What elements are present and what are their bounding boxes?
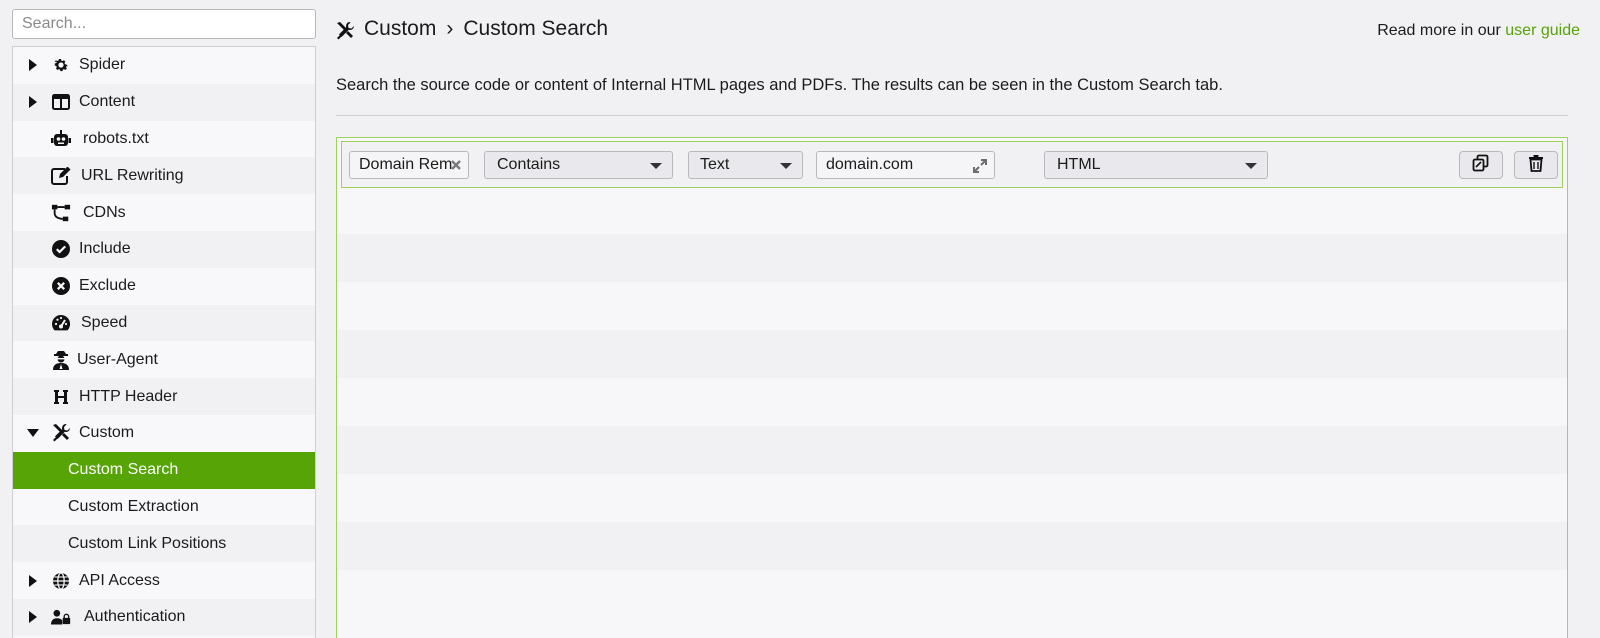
sidebar-item-label: Custom Link Positions <box>68 534 227 552</box>
empty-row <box>337 570 1567 618</box>
sidebar-item-label: Authentication <box>84 608 186 626</box>
empty-row <box>337 234 1567 282</box>
sidebar-item-label: Custom <box>79 424 135 442</box>
gear-icon <box>51 55 71 75</box>
sidebar-item-url-rewriting[interactable]: URL Rewriting <box>13 157 315 195</box>
match-type-select[interactable]: Text <box>688 151 803 179</box>
clear-icon[interactable] <box>449 158 463 172</box>
empty-row <box>337 330 1567 378</box>
read-more-text: Read more in our <box>1377 22 1501 39</box>
operator-select[interactable]: Contains <box>484 151 673 179</box>
sidebar-item-label: Exclude <box>79 277 136 295</box>
network-icon <box>51 203 71 223</box>
user-secret-icon <box>51 350 71 370</box>
empty-row <box>337 474 1567 522</box>
sidebar-item-label: Spider <box>79 56 126 74</box>
expand-icon[interactable] <box>972 158 988 174</box>
edit-icon <box>51 166 71 186</box>
gauge-icon <box>51 313 71 333</box>
sidebar-item-api-access[interactable]: API Access <box>13 562 315 599</box>
custom-search-rules-panel: Domain Rem Contains Text domain.com HTML <box>336 137 1568 638</box>
custom-search-rule-row: Domain Rem Contains Text domain.com HTML <box>341 141 1563 188</box>
robot-icon <box>51 129 71 149</box>
copy-icon <box>1472 154 1490 177</box>
caret-right-icon[interactable] <box>27 611 39 624</box>
heading-icon <box>51 387 71 407</box>
rule-name-input[interactable]: Domain Rem <box>349 151 469 179</box>
search-scope-select[interactable]: HTML <box>1044 151 1268 179</box>
sidebar-item-exclude[interactable]: Exclude <box>13 267 315 305</box>
search-scope-value: HTML <box>1057 156 1101 173</box>
delete-button[interactable] <box>1514 151 1558 179</box>
operator-value: Contains <box>497 156 561 173</box>
sidebar-item-label: URL Rewriting <box>81 166 184 184</box>
sidebar-item-custom-extraction[interactable]: Custom Extraction <box>13 488 315 526</box>
rule-name-value: Domain Rem <box>359 156 453 173</box>
match-type-value: Text <box>700 156 730 173</box>
chevron-down-icon <box>650 163 662 169</box>
page-description: Search the source code or content of Int… <box>336 76 1223 94</box>
sidebar-item-label: User-Agent <box>77 350 158 368</box>
caret-right-icon[interactable] <box>27 574 39 587</box>
sidebar-item-content[interactable]: Content <box>13 83 315 121</box>
sidebar-item-custom-search[interactable]: Custom Search <box>13 451 315 489</box>
sidebar-item-label: Custom Search <box>68 461 179 479</box>
sidebar-item-label: Speed <box>81 313 128 331</box>
search-term-value: domain.com <box>826 156 914 173</box>
caret-right-icon[interactable] <box>27 96 39 109</box>
trash-icon <box>1528 154 1544 177</box>
sidebar-item-speed[interactable]: Speed <box>13 304 315 342</box>
search-term-input[interactable]: domain.com <box>816 151 995 179</box>
tools-icon <box>335 21 355 41</box>
tools-icon <box>51 423 71 443</box>
sidebar-item-label: API Access <box>79 571 160 589</box>
caret-right-icon[interactable] <box>27 59 39 72</box>
breadcrumb-custom: Custom <box>364 17 437 40</box>
sidebar-item-http-header[interactable]: HTTP Header <box>13 378 315 415</box>
sidebar-item-label: Custom Extraction <box>68 497 199 515</box>
sidebar: Spider Content robots.txt <box>12 9 316 638</box>
duplicate-button[interactable] <box>1459 151 1503 179</box>
sidebar-item-include[interactable]: Include <box>13 230 315 268</box>
empty-row <box>337 282 1567 330</box>
caret-down-icon[interactable] <box>27 427 39 439</box>
sidebar-tree: Spider Content robots.txt URL Rewriting … <box>12 46 316 638</box>
user-guide-link[interactable]: user guide <box>1505 22 1580 39</box>
columns-icon <box>51 92 71 112</box>
user-lock-icon <box>51 607 71 627</box>
breadcrumb: Custom › Custom Search <box>364 17 608 41</box>
sidebar-item-custom-link-positions[interactable]: Custom Link Positions <box>13 525 315 563</box>
sidebar-item-authentication[interactable]: Authentication <box>13 598 315 636</box>
check-circle-icon <box>51 239 71 259</box>
chevron-down-icon <box>780 163 792 169</box>
sidebar-search-input[interactable] <box>12 9 316 39</box>
sidebar-item-custom[interactable]: Custom <box>13 414 315 452</box>
sidebar-item-cdns[interactable]: CDNs <box>13 194 315 231</box>
x-circle-icon <box>51 276 71 296</box>
chevron-down-icon <box>1245 163 1257 169</box>
sidebar-item-label: Include <box>79 240 131 258</box>
app-window: Spider Content robots.txt <box>0 0 1600 638</box>
empty-row <box>337 522 1567 570</box>
divider <box>336 115 1568 116</box>
empty-row <box>337 426 1567 474</box>
empty-row <box>337 378 1567 426</box>
breadcrumb-separator: › <box>446 17 454 40</box>
sidebar-item-robots[interactable]: robots.txt <box>13 120 315 158</box>
globe-icon <box>51 571 71 591</box>
sidebar-item-spider[interactable]: Spider <box>13 47 315 84</box>
sidebar-item-label: HTTP Header <box>79 387 178 405</box>
breadcrumb-custom-search: Custom Search <box>463 17 609 40</box>
sidebar-item-label: CDNs <box>83 203 126 221</box>
sidebar-item-label: robots.txt <box>83 129 149 147</box>
sidebar-item-user-agent[interactable]: User-Agent <box>13 341 315 379</box>
read-more: Read more in our user guide <box>1377 22 1580 40</box>
empty-row <box>337 186 1567 234</box>
sidebar-item-label: Content <box>79 93 136 111</box>
